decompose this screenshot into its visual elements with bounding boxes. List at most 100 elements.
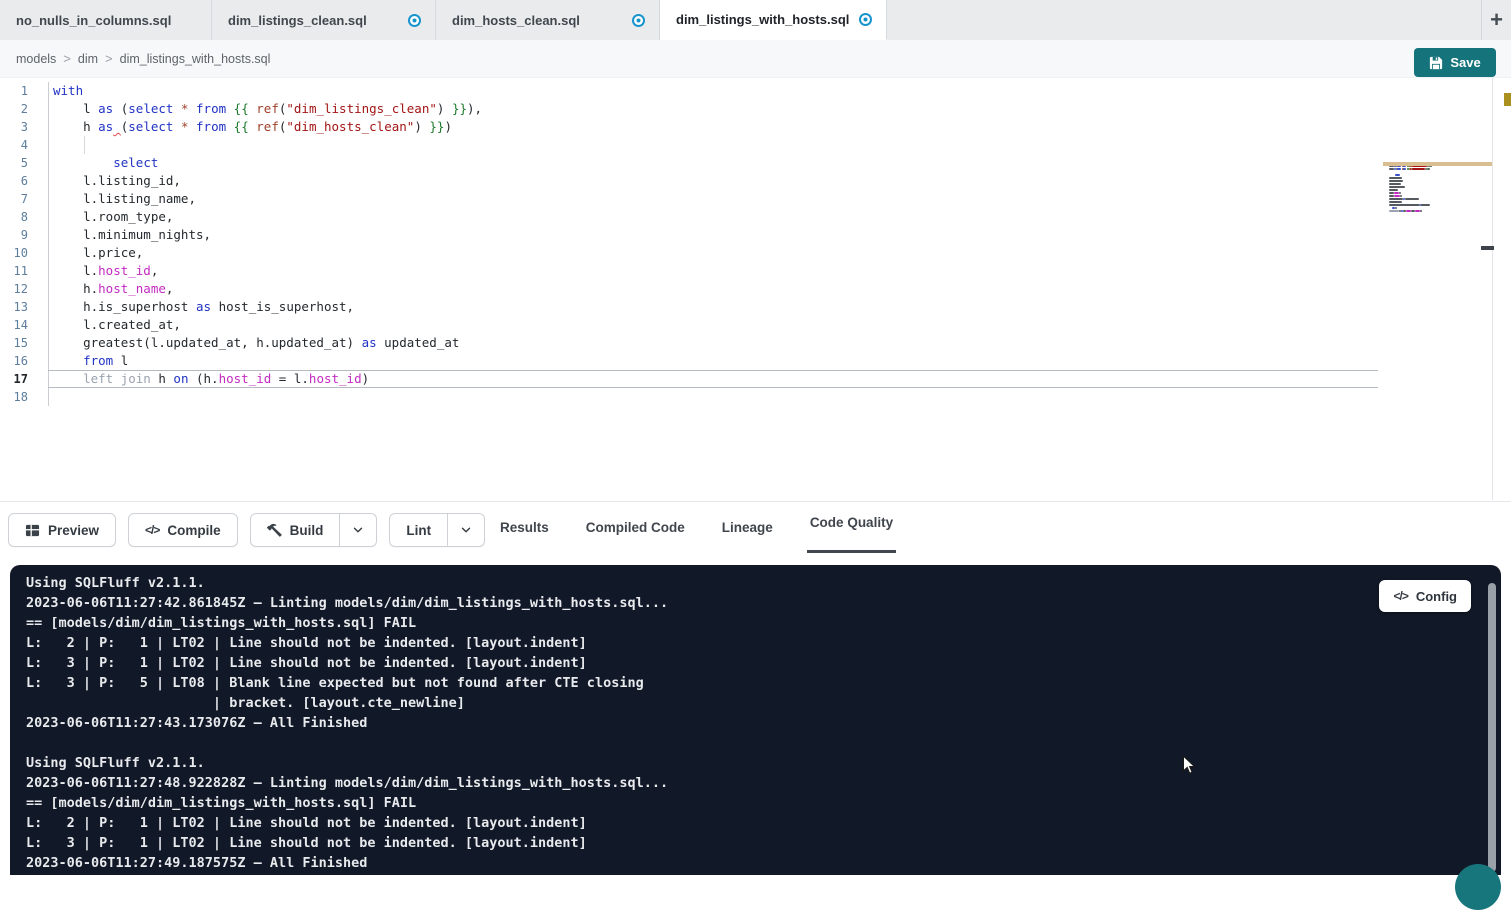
code-line[interactable]: l.room_type, bbox=[48, 208, 1378, 226]
breadcrumb-item-dim[interactable]: dim bbox=[78, 52, 98, 66]
tab-label: dim_hosts_clean.sql bbox=[452, 13, 580, 28]
preview-label: Preview bbox=[48, 523, 99, 538]
dbt-cloud-ide: { "colors": { "accent_teal": "#15737c", … bbox=[0, 0, 1511, 875]
line-number: 16 bbox=[0, 352, 48, 370]
code-line[interactable]: l.listing_id, bbox=[48, 172, 1378, 190]
code-line[interactable]: select bbox=[48, 154, 1378, 172]
build-button[interactable]: Build bbox=[251, 514, 340, 546]
lint-dropdown-button[interactable] bbox=[447, 514, 484, 546]
line-number: 9 bbox=[0, 226, 48, 244]
config-button[interactable]: </> Config bbox=[1379, 580, 1471, 612]
save-button[interactable]: Save bbox=[1414, 48, 1496, 77]
lint-button[interactable]: Lint bbox=[390, 514, 447, 546]
line-number: 7 bbox=[0, 190, 48, 208]
code-line[interactable] bbox=[48, 388, 1378, 406]
code-line[interactable]: h.host_name, bbox=[48, 280, 1378, 298]
tab-compiled-code[interactable]: Compiled Code bbox=[583, 502, 688, 553]
code-token: ref bbox=[256, 101, 279, 116]
tab-results[interactable]: Results bbox=[497, 502, 552, 553]
code-editor[interactable]: 123456789101112131415161718 with l as (s… bbox=[0, 78, 1511, 500]
code-token: host_id bbox=[309, 371, 362, 386]
breadcrumb-bar: models > dim > dim_listings_with_hosts.s… bbox=[0, 40, 1511, 78]
code-token bbox=[226, 119, 234, 134]
tab-label: Compiled Code bbox=[586, 520, 685, 535]
code-line[interactable]: l.created_at, bbox=[48, 316, 1378, 334]
terminal-line: 2023-06-06T11:27:48.922828Z — Linting mo… bbox=[26, 773, 668, 793]
code-line[interactable]: l.minimum_nights, bbox=[48, 226, 1378, 244]
code-line[interactable]: h as (select * from {{ ref("dim_hosts_cl… bbox=[48, 118, 1378, 136]
code-token: l bbox=[53, 101, 98, 116]
floppy-disk-icon bbox=[1429, 56, 1443, 70]
code-token: l.price, bbox=[53, 245, 143, 260]
code-area[interactable]: with l as (select * from {{ ref("dim_lis… bbox=[48, 82, 1378, 406]
terminal-line: 2023-06-06T11:27:43.173076Z — All Finish… bbox=[26, 713, 668, 733]
chevron-right-icon: > bbox=[63, 51, 71, 66]
scrollbar-annotation-gutter[interactable] bbox=[1492, 78, 1511, 500]
compile-button[interactable]: </> Compile bbox=[128, 513, 238, 547]
code-line[interactable] bbox=[48, 136, 1378, 154]
code-token: from bbox=[83, 353, 113, 368]
terminal-line: L: 3 | P: 1 | LT02 | Line should not be … bbox=[26, 833, 668, 853]
code-token: on bbox=[173, 371, 188, 386]
code-line[interactable]: l.price, bbox=[48, 244, 1378, 262]
code-line[interactable]: l.listing_name, bbox=[48, 190, 1378, 208]
line-number: 3 bbox=[0, 118, 48, 136]
tab-no-nulls-in-columns[interactable]: no_nulls_in_columns.sql bbox=[0, 0, 212, 40]
preview-button[interactable]: Preview bbox=[8, 513, 116, 547]
tab-dim-hosts-clean[interactable]: dim_hosts_clean.sql bbox=[436, 0, 660, 40]
unsaved-changes-dot-icon[interactable] bbox=[408, 14, 421, 27]
code-token: select bbox=[113, 155, 158, 170]
tab-dim-listings-clean[interactable]: dim_listings_clean.sql bbox=[212, 0, 436, 40]
save-label: Save bbox=[1450, 55, 1480, 70]
terminal-line: L: 3 | P: 5 | LT08 | Blank line expected… bbox=[26, 673, 668, 693]
terminal-panel[interactable]: Using SQLFluff v2.1.1.2023-06-06T11:27:4… bbox=[10, 565, 1501, 875]
code-token: h. bbox=[53, 281, 98, 296]
annotation-marker-warning[interactable] bbox=[1504, 93, 1511, 106]
code-token: as bbox=[196, 299, 211, 314]
chevron-down-icon bbox=[351, 523, 365, 537]
new-tab-button[interactable]: + bbox=[1481, 0, 1511, 40]
terminal-output: Using SQLFluff v2.1.1.2023-06-06T11:27:4… bbox=[26, 573, 668, 873]
tab-dim-listings-with-hosts[interactable]: dim_listings_with_hosts.sql bbox=[660, 0, 887, 40]
minimap[interactable] bbox=[1388, 161, 1464, 215]
code-token: l.listing_id, bbox=[53, 173, 181, 188]
terminal-line: 2023-06-06T11:27:49.187575Z — All Finish… bbox=[26, 853, 668, 873]
code-line[interactable]: h.is_superhost as host_is_superhost, bbox=[48, 298, 1378, 316]
line-number: 17 bbox=[0, 370, 48, 388]
breadcrumb-item-models[interactable]: models bbox=[16, 52, 56, 66]
tab-label: no_nulls_in_columns.sql bbox=[16, 13, 171, 28]
code-icon: </> bbox=[1393, 589, 1407, 603]
action-toolbar: Preview </> Compile Build Lint bbox=[0, 501, 1511, 553]
code-token: l.created_at, bbox=[53, 317, 181, 332]
code-line[interactable]: l.host_id, bbox=[48, 262, 1378, 280]
unsaved-changes-dot-icon[interactable] bbox=[859, 13, 872, 26]
code-token: host_is_superhost, bbox=[211, 299, 354, 314]
tab-lineage[interactable]: Lineage bbox=[719, 502, 776, 553]
line-number: 15 bbox=[0, 334, 48, 352]
code-line[interactable]: from l bbox=[48, 352, 1378, 370]
code-token bbox=[173, 101, 181, 116]
code-line[interactable]: greatest(l.updated_at, h.updated_at) as … bbox=[48, 334, 1378, 352]
help-fab-button[interactable] bbox=[1455, 864, 1501, 910]
code-token: "dim_hosts_clean" bbox=[286, 119, 414, 134]
terminal-scrollbar[interactable] bbox=[1488, 583, 1496, 872]
chevron-right-icon: > bbox=[105, 51, 113, 66]
code-line[interactable]: l as (select * from {{ ref("dim_listings… bbox=[48, 100, 1378, 118]
code-icon: </> bbox=[145, 523, 159, 537]
code-token: greatest(l.updated_at, h.updated_at) bbox=[53, 335, 362, 350]
terminal-line: L: 2 | P: 1 | LT02 | Line should not be … bbox=[26, 813, 668, 833]
unsaved-changes-dot-icon[interactable] bbox=[632, 14, 645, 27]
code-token: from bbox=[196, 119, 226, 134]
line-number: 2 bbox=[0, 100, 48, 118]
terminal-line: L: 3 | P: 1 | LT02 | Line should not be … bbox=[26, 653, 668, 673]
minimap-changed-band bbox=[1383, 162, 1504, 166]
tab-code-quality[interactable]: Code Quality bbox=[807, 502, 896, 553]
code-token: , bbox=[166, 281, 174, 296]
code-token: l bbox=[113, 353, 128, 368]
terminal-line: == [models/dim/dim_listings_with_hosts.s… bbox=[26, 613, 668, 633]
build-dropdown-button[interactable] bbox=[339, 514, 376, 546]
code-token: h bbox=[53, 119, 98, 134]
code-line[interactable]: with bbox=[48, 82, 1378, 100]
code-line[interactable]: left join h on (h.host_id = l.host_id) bbox=[48, 370, 1378, 388]
terminal-line: == [models/dim/dim_listings_with_hosts.s… bbox=[26, 793, 668, 813]
